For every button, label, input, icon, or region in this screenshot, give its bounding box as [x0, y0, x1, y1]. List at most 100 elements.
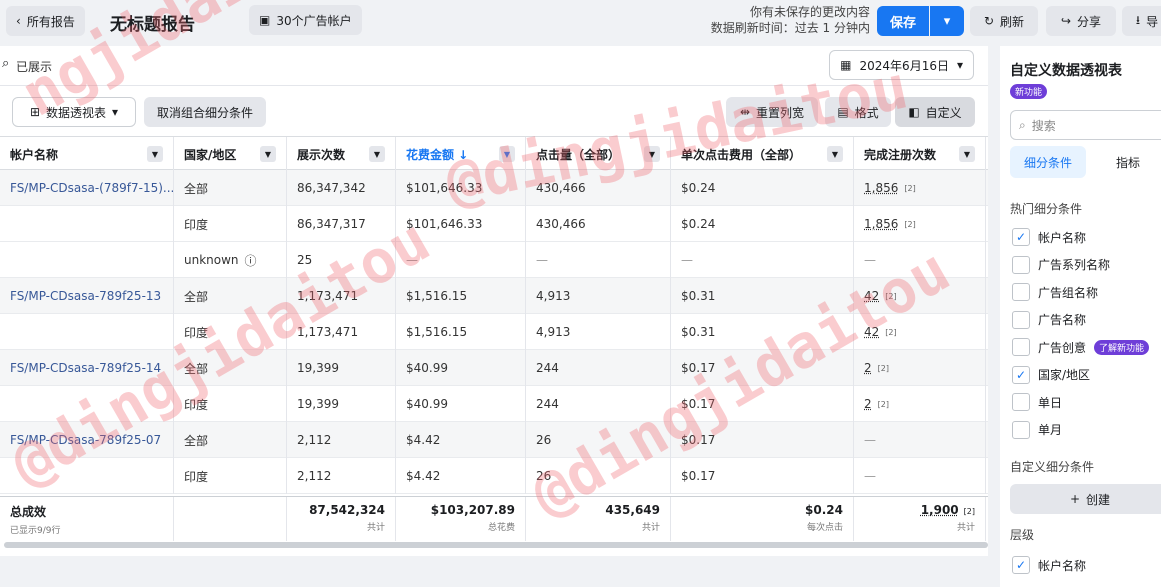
column-menu-icon[interactable]: ▼: [644, 146, 660, 162]
cell-country: 印度: [174, 206, 287, 242]
cell-value: 1,173,471: [297, 289, 359, 303]
column-header-registrations[interactable]: 完成注册次数 ▼: [854, 137, 986, 171]
level-item[interactable]: ✓ 帐户名称: [1012, 556, 1086, 574]
cell-value[interactable]: 42: [864, 289, 879, 303]
checkbox-empty-icon[interactable]: [1012, 393, 1030, 411]
cell-value: $101,646.33: [406, 181, 483, 195]
create-breakdown-button[interactable]: + 创建: [1010, 484, 1161, 514]
cell-country: 印度: [174, 314, 287, 350]
tab-breakdowns[interactable]: 细分条件: [1010, 146, 1086, 178]
cell-value[interactable]: 2: [864, 361, 872, 375]
table-row[interactable]: FS/MP-CDsasa-789f25-14 全部 19,399 $40.99 244 $…: [0, 350, 988, 386]
info-icon[interactable]: ⓘ: [245, 252, 257, 269]
calendar-icon: ▦: [840, 58, 852, 72]
filter-input[interactable]: 已展示: [16, 58, 52, 75]
horizontal-scrollbar[interactable]: [4, 542, 988, 548]
breakdown-option[interactable]: 广告组名称: [1012, 283, 1098, 301]
breakdown-option[interactable]: 广告名称: [1012, 310, 1086, 329]
export-button[interactable]: ⭳ 导: [1122, 6, 1161, 36]
cell-account[interactable]: FS/MP-CDsasa-(789f7-15)...: [0, 170, 174, 206]
breakdown-option[interactable]: ✓ 国家/地区: [1012, 365, 1090, 384]
checkbox-checked-icon[interactable]: ✓: [1012, 365, 1030, 384]
back-button[interactable]: ‹ 所有报告: [6, 6, 85, 36]
column-menu-icon[interactable]: ▼: [147, 146, 163, 162]
cell-value[interactable]: 42: [864, 325, 879, 339]
ungroup-breakdowns-button[interactable]: 取消组合细分条件: [144, 97, 266, 127]
footnote-marker: [2]: [877, 399, 889, 409]
column-header-label: 国家/地区: [184, 147, 237, 162]
customize-button[interactable]: ◧ 自定义: [895, 97, 975, 127]
column-header-label: 单次点击费用（全部）: [681, 147, 802, 162]
breakdown-option[interactable]: 广告系列名称: [1012, 255, 1110, 274]
search-placeholder: 搜索: [1031, 118, 1056, 133]
table-row[interactable]: 印度 1,173,471 $1,516.15 4,913 $0.31 42 [2]: [0, 314, 988, 350]
cell-clicks: 26: [526, 458, 671, 494]
save-button[interactable]: 保存: [877, 6, 929, 36]
column-header-spend[interactable]: 花费金额 ↓ ▼: [396, 137, 526, 171]
reset-column-width-button[interactable]: ⇹ 重置列宽: [726, 97, 818, 127]
cell-value: $4.42: [406, 433, 441, 447]
chevron-left-icon: ‹: [16, 14, 21, 28]
total-rows-shown: 已显示9/9行: [10, 526, 61, 536]
cell-clicks: 430,466: [526, 170, 671, 206]
learn-new-feature-badge[interactable]: 了解新功能: [1094, 339, 1150, 355]
cell-value[interactable]: 1,856: [864, 181, 898, 195]
cell-account: [0, 458, 174, 494]
cell-impressions: 86,347,317: [287, 206, 396, 242]
table-row[interactable]: 印度 86,347,317 $101,646.33 430,466 $0.24 1,856…: [0, 206, 988, 242]
cell-value[interactable]: 2: [864, 397, 872, 411]
share-button[interactable]: ↪ 分享: [1046, 6, 1116, 36]
table-row[interactable]: FS/MP-CDsasa-789f25-07 全部 2,112 $4.42 26 $0.1…: [0, 422, 988, 458]
table-row[interactable]: 印度 19,399 $40.99 244 $0.17 2 [2]: [0, 386, 988, 422]
sidebar-search-input[interactable]: ⌕ 搜索: [1010, 110, 1161, 140]
total-reg[interactable]: 1,900: [921, 503, 959, 517]
column-header-clicks[interactable]: 点击量（全部） ▼: [526, 137, 671, 171]
cell-account[interactable]: FS/MP-CDsasa-789f25-13: [0, 278, 174, 314]
table-row[interactable]: FS/MP-CDsasa-789f25-13 全部 1,173,471 $1,516.…: [0, 278, 988, 314]
column-header-impressions[interactable]: 展示次数 ▼: [287, 137, 396, 171]
checkbox-empty-icon[interactable]: [1012, 420, 1030, 439]
table-toolbar: ⊞ 数据透视表 ▾ 取消组合细分条件 ⇹ 重置列宽 ▤ 格式 ◧ 自定义: [0, 90, 988, 130]
total-cpc: $0.24: [805, 503, 843, 517]
cell-value: $101,646.33: [406, 217, 483, 231]
checkbox-empty-icon[interactable]: [1012, 283, 1030, 301]
cell-impressions: 19,399: [287, 386, 396, 422]
column-menu-icon[interactable]: ▼: [499, 146, 515, 162]
cell-value: 26: [536, 433, 552, 447]
checkbox-empty-icon[interactable]: [1012, 310, 1030, 329]
cell-clicks: 26: [526, 422, 671, 458]
table-row[interactable]: 印度 2,112 $4.42 26 $0.17 —: [0, 458, 988, 494]
cell-value: $1,516.15: [406, 289, 468, 303]
date-picker[interactable]: ▦ 2024年6月16日 ▾: [829, 50, 974, 80]
cell-value: FS/MP-CDsasa-789f25-14: [10, 361, 162, 375]
cell-account[interactable]: FS/MP-CDsasa-789f25-07: [0, 422, 174, 458]
column-menu-icon[interactable]: ▼: [827, 146, 843, 162]
table-row[interactable]: unknown ⓘ 25 — — — —: [0, 242, 988, 278]
column-menu-icon[interactable]: ▼: [959, 146, 975, 162]
breakdown-option[interactable]: ✓ 帐户名称: [1012, 228, 1086, 246]
checkbox-checked-icon[interactable]: ✓: [1012, 228, 1030, 246]
cell-value[interactable]: 1,856: [864, 217, 898, 231]
format-button[interactable]: ▤ 格式: [825, 97, 891, 127]
breakdown-option[interactable]: 单日: [1012, 393, 1062, 411]
refresh-button[interactable]: ↻ 刷新: [970, 6, 1038, 36]
column-header-country[interactable]: 国家/地区 ▼: [174, 137, 287, 171]
tab-metrics[interactable]: 指标: [1096, 146, 1160, 178]
cell-value: FS/MP-CDsasa-(789f7-15)...: [10, 181, 174, 195]
total-clicks-cell: 435,649 共计: [526, 497, 671, 541]
column-menu-icon[interactable]: ▼: [260, 146, 276, 162]
column-menu-icon[interactable]: ▼: [369, 146, 385, 162]
checkbox-empty-icon[interactable]: [1012, 338, 1030, 356]
save-menu-button[interactable]: ▾: [930, 6, 964, 36]
pivot-table-dropdown[interactable]: ⊞ 数据透视表 ▾: [12, 97, 136, 127]
column-header-cpc[interactable]: 单次点击费用（全部） ▼: [671, 137, 854, 171]
cell-impressions: 25: [287, 242, 396, 278]
page-title: 无标题报告: [110, 15, 195, 35]
breakdown-option[interactable]: 单月: [1012, 420, 1062, 439]
ad-accounts-button[interactable]: ▣ 30个广告帐户: [249, 5, 362, 35]
cell-account[interactable]: FS/MP-CDsasa-789f25-14: [0, 350, 174, 386]
table-row[interactable]: FS/MP-CDsasa-(789f7-15)... 全部 86,347,342 $1…: [0, 170, 988, 206]
column-header-account[interactable]: 帐户名称 ▼: [0, 137, 174, 171]
breakdown-option[interactable]: 广告创意 了解新功能: [1012, 338, 1150, 356]
checkbox-empty-icon[interactable]: [1012, 255, 1030, 274]
